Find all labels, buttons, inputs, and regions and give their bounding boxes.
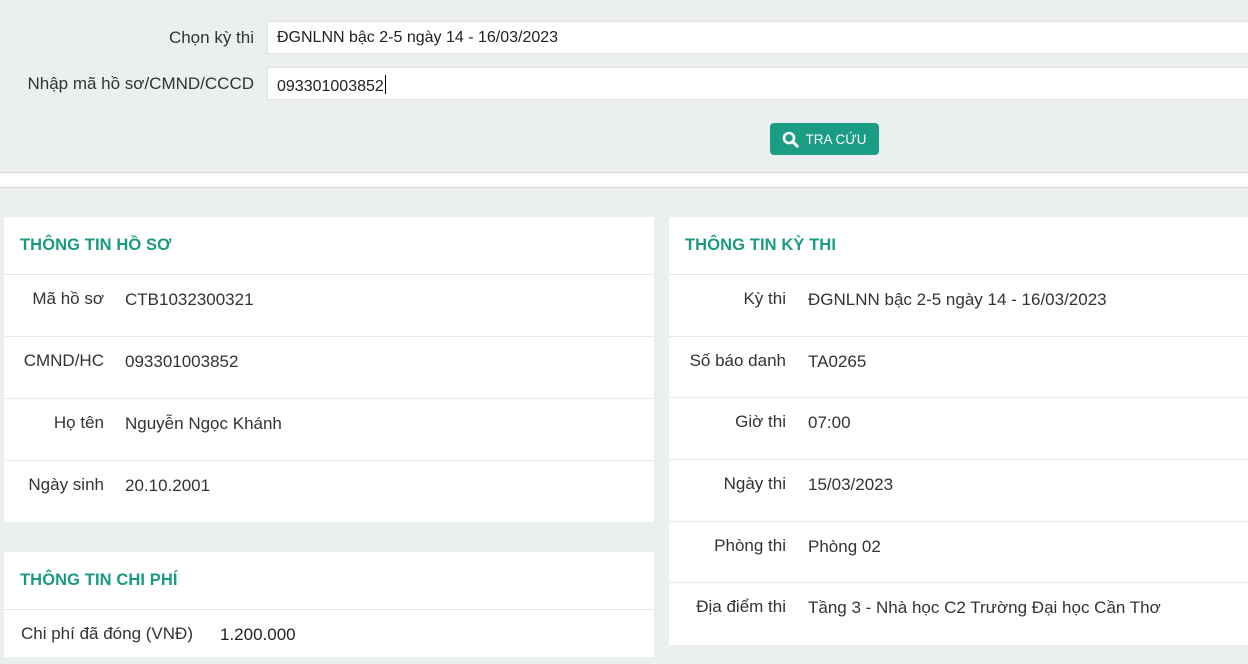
exam-row-label: Giờ thi <box>735 412 786 432</box>
exam-card-title: THÔNG TIN KỲ THI <box>669 217 1248 275</box>
text-caret <box>384 75 386 94</box>
profile-row-label: Ngày sinh <box>28 475 104 494</box>
exam-row: Địa điểm thi Tầng 3 - Nhà học C2 Trường … <box>669 583 1248 645</box>
profile-row-label: Mã hồ sơ <box>32 289 104 308</box>
divider-strip <box>0 172 1248 188</box>
profile-row-value: 093301003852 <box>125 352 239 371</box>
profile-card-title: THÔNG TIN HỒ SƠ <box>4 217 654 275</box>
search-button-label: TRA CỨU <box>805 131 867 147</box>
profile-row-label: CMND/HC <box>23 351 104 370</box>
fee-row: Chi phí đã đóng (VNĐ) 1.200.000 <box>4 610 654 657</box>
exam-card: THÔNG TIN KỲ THI Kỳ thi ĐGNLNN bậc 2-5 n… <box>669 217 1248 645</box>
exam-row-label: Kỳ thi <box>743 289 786 308</box>
id-input-value: 093301003852 <box>277 78 384 95</box>
exam-row-value: TA0265 <box>808 351 867 371</box>
exam-row: Giờ thi 07:00 <box>669 398 1248 461</box>
exam-row-value: 15/03/2023 <box>808 475 894 495</box>
exam-row: Phòng thi Phòng 02 <box>669 522 1248 584</box>
exam-row-value: Tầng 3 - Nhà học C2 Trường Đại học Cần T… <box>808 598 1161 618</box>
exam-row: Kỳ thi ĐGNLNN bậc 2-5 ngày 14 - 16/03/20… <box>669 275 1248 337</box>
profile-row: Họ tên Nguyễn Ngọc Khánh <box>4 399 654 461</box>
exam-row: Số báo danh TA0265 <box>669 337 1248 399</box>
exam-select-label: Chọn kỳ thi <box>168 28 254 47</box>
exam-row-label: Phòng thi <box>714 535 786 555</box>
exam-select[interactable]: ĐGNLNN bậc 2-5 ngày 14 - 16/03/2023 <box>267 21 1248 54</box>
fee-card-title: THÔNG TIN CHI PHÍ <box>4 552 654 610</box>
exam-row-label: Số báo danh <box>689 350 786 370</box>
id-input[interactable]: 093301003852 <box>267 67 1248 100</box>
fee-label: Chi phí đã đóng (VNĐ) <box>21 624 193 643</box>
exam-row-value: ĐGNLNN bậc 2-5 ngày 14 - 16/03/2023 <box>808 290 1107 309</box>
profile-row-value: Nguyễn Ngọc Khánh <box>125 414 282 433</box>
search-button[interactable]: TRA CỨU <box>770 123 879 155</box>
profile-row-value: 20.10.2001 <box>125 476 211 495</box>
fee-value: 1.200.000 <box>220 625 296 644</box>
search-panel: Chọn kỳ thi ĐGNLNN bậc 2-5 ngày 14 - 16/… <box>0 0 1248 172</box>
profile-row: CMND/HC 093301003852 <box>4 337 654 399</box>
profile-row-value: CTB1032300321 <box>125 290 254 309</box>
fee-card: THÔNG TIN CHI PHÍ Chi phí đã đóng (VNĐ) … <box>4 552 654 657</box>
exam-row-value: Phòng 02 <box>808 536 881 556</box>
exam-row: Ngày thi 15/03/2023 <box>669 460 1248 522</box>
search-icon <box>783 131 800 148</box>
profile-row-label: Họ tên <box>53 413 104 432</box>
exam-row-label: Ngày thi <box>723 474 786 494</box>
id-input-label: Nhập mã hồ sơ/CMND/CCCD <box>27 74 254 93</box>
profile-row: Ngày sinh 20.10.2001 <box>4 461 654 523</box>
exam-select-value: ĐGNLNN bậc 2-5 ngày 14 - 16/03/2023 <box>277 29 559 46</box>
exam-row-label: Địa điểm thi <box>696 597 786 617</box>
profile-card: THÔNG TIN HỒ SƠ Mã hồ sơ CTB1032300321 C… <box>4 217 654 522</box>
exam-row-value: 07:00 <box>808 413 851 433</box>
profile-row: Mã hồ sơ CTB1032300321 <box>4 275 654 337</box>
